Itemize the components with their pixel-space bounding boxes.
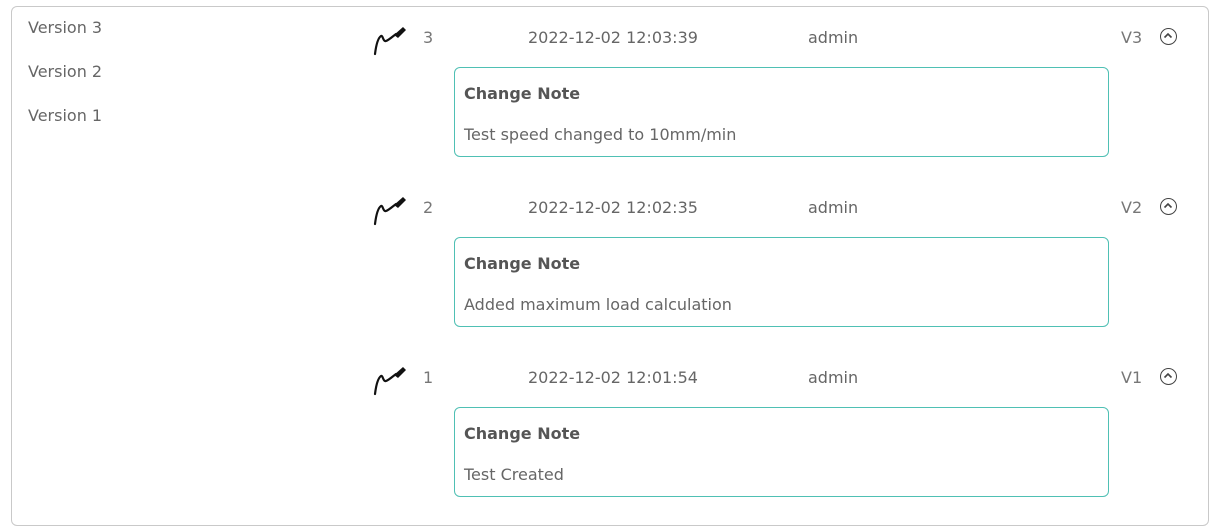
version-entry: 1 2022-12-02 12:01:54 admin V1 Change No… (365, 360, 1185, 520)
change-note-title: Change Note (464, 84, 581, 103)
version-entry-header: 3 2022-12-02 12:03:39 admin V3 (365, 20, 1185, 60)
change-note-box: Change Note Test speed changed to 10mm/m… (454, 67, 1109, 157)
version-author: admin (808, 28, 859, 47)
version-label: V3 (1121, 28, 1143, 47)
version-timestamp: 2022-12-02 12:02:35 (528, 198, 698, 217)
change-note-title: Change Note (464, 424, 581, 443)
version-number: 3 (423, 28, 434, 47)
chevron-up-icon (1163, 32, 1173, 39)
change-note-text: Test speed changed to 10mm/min (464, 125, 737, 144)
signature-icon (369, 194, 413, 228)
sidebar-item-version-1[interactable]: Version 1 (28, 102, 328, 146)
signature-icon (369, 364, 413, 398)
version-label: V1 (1121, 368, 1143, 387)
change-note-box: Change Note Test Created (454, 407, 1109, 497)
version-number: 2 (423, 198, 434, 217)
version-author: admin (808, 198, 859, 217)
version-entry: 3 2022-12-02 12:03:39 admin V3 Change No… (365, 20, 1185, 180)
version-entry: 2 2022-12-02 12:02:35 admin V2 Change No… (365, 190, 1185, 350)
version-author: admin (808, 368, 859, 387)
version-label: V2 (1121, 198, 1143, 217)
change-note-text: Added maximum load calculation (464, 295, 732, 314)
change-note-box: Change Note Added maximum load calculati… (454, 237, 1109, 327)
chevron-up-icon (1163, 372, 1173, 379)
sidebar-item-version-2[interactable]: Version 2 (28, 58, 328, 102)
chevron-up-icon (1163, 202, 1173, 209)
change-note-title: Change Note (464, 254, 581, 273)
signature-icon (369, 24, 413, 58)
version-entry-header: 1 2022-12-02 12:01:54 admin V1 (365, 360, 1185, 400)
version-timestamp: 2022-12-02 12:03:39 (528, 28, 698, 47)
collapse-button[interactable] (1160, 28, 1177, 45)
version-entry-header: 2 2022-12-02 12:02:35 admin V2 (365, 190, 1185, 230)
version-number: 1 (423, 368, 434, 387)
sidebar-item-version-3[interactable]: Version 3 (28, 14, 328, 58)
version-timestamp: 2022-12-02 12:01:54 (528, 368, 698, 387)
collapse-button[interactable] (1160, 198, 1177, 215)
collapse-button[interactable] (1160, 368, 1177, 385)
version-sidebar: Version 3 Version 2 Version 1 (28, 14, 328, 146)
change-note-text: Test Created (464, 465, 564, 484)
